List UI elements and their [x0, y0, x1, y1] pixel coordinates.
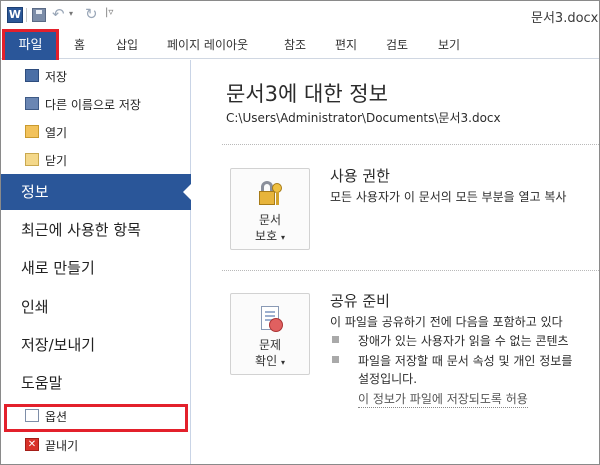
allow-save-info-link[interactable]: 이 정보가 파일에 저장되도록 허용	[358, 390, 528, 408]
tab-file[interactable]: 파일	[2, 29, 59, 63]
tab-view[interactable]: 보기	[438, 36, 460, 53]
protect-button-label: 보호	[255, 229, 278, 243]
menu-save-as-label: 다른 이름으로 저장	[45, 98, 141, 112]
permissions-description: 모든 사용자가 이 문서의 모든 부분을 열고 복사	[330, 190, 567, 204]
exit-icon: ✕	[25, 438, 39, 451]
nav-help[interactable]: 도움말	[1, 365, 191, 401]
menu-open-label: 열기	[45, 126, 68, 140]
title-bar: W ↶ ▾ ↻ |▿ 문서3.docx	[1, 1, 599, 29]
tab-page-layout[interactable]: 페이지 레이아웃	[167, 36, 248, 53]
options-highlight-box	[4, 404, 188, 432]
undo-dropdown-icon[interactable]: ▾	[69, 9, 73, 18]
qat-separator	[26, 8, 27, 22]
permissions-heading: 사용 권한	[330, 167, 390, 185]
redo-icon[interactable]: ↻	[85, 5, 98, 23]
menu-close-label: 닫기	[45, 154, 68, 168]
prepare-heading: 공유 준비	[330, 292, 390, 310]
lock-key-icon	[255, 179, 285, 207]
tab-references[interactable]: 참조	[284, 36, 306, 53]
prepare-bullet-1: 장애가 있는 사용자가 읽을 수 없는 콘텐츠	[358, 334, 569, 348]
menu-save-label: 저장	[45, 70, 68, 84]
nav-info[interactable]: 정보	[1, 174, 192, 210]
bullet-icon	[332, 336, 339, 343]
save-icon	[25, 69, 39, 82]
save-as-icon	[25, 97, 39, 110]
chevron-down-icon: ▾	[280, 233, 285, 242]
close-folder-icon	[25, 153, 39, 166]
word-backstage-window: W ↶ ▾ ↻ |▿ 문서3.docx 파일 홈 삽입 페이지 레이아웃 참조 …	[0, 0, 600, 465]
protect-button-line2: 보호 ▾	[231, 227, 309, 244]
check-button-label: 확인	[255, 354, 278, 368]
prepare-bullet-2: 파일을 저장할 때 문서 속성 및 개인 정보를	[358, 354, 573, 368]
nav-new[interactable]: 새로 만들기	[1, 250, 191, 286]
check-button-line1: 문제	[258, 338, 282, 352]
open-folder-icon	[25, 125, 39, 138]
prepare-description: 이 파일을 공유하기 전에 다음을 포함하고 있다	[330, 315, 563, 329]
checklist-icon	[255, 304, 285, 332]
customize-qat-icon[interactable]: |▿	[105, 7, 113, 18]
nav-print[interactable]: 인쇄	[1, 289, 191, 325]
nav-recent[interactable]: 최근에 사용한 항목	[1, 212, 191, 248]
word-app-icon[interactable]: W	[7, 7, 23, 23]
document-title: 문서3.docx	[531, 11, 599, 26]
tab-mailings[interactable]: 편지	[335, 36, 357, 53]
protect-button-line1: 문서	[258, 213, 282, 227]
divider	[222, 144, 599, 145]
page-title: 문서3에 대한 정보	[226, 82, 388, 106]
chevron-down-icon: ▾	[280, 358, 285, 367]
tab-home[interactable]: 홈	[74, 36, 85, 53]
bullet-icon	[332, 356, 339, 363]
nav-save-send[interactable]: 저장/보내기	[1, 327, 191, 363]
info-panel: 문서3에 대한 정보 C:\Users\Administrator\Docume…	[192, 60, 599, 464]
menu-exit-label: 끝내기	[45, 439, 79, 453]
undo-icon[interactable]: ↶	[52, 5, 65, 23]
prepare-bullet-2-continuation: 설정입니다.	[358, 372, 418, 386]
check-for-issues-button[interactable]: 문제 확인 ▾	[230, 293, 310, 375]
protect-document-button[interactable]: 문서 보호 ▾	[230, 168, 310, 250]
tab-insert[interactable]: 삽입	[116, 36, 138, 53]
check-button-line2: 확인 ▾	[231, 352, 309, 369]
divider	[222, 270, 599, 271]
file-path: C:\Users\Administrator\Documents\문서3.doc…	[226, 111, 501, 125]
save-icon[interactable]	[32, 8, 46, 22]
tab-review[interactable]: 검토	[386, 36, 408, 53]
